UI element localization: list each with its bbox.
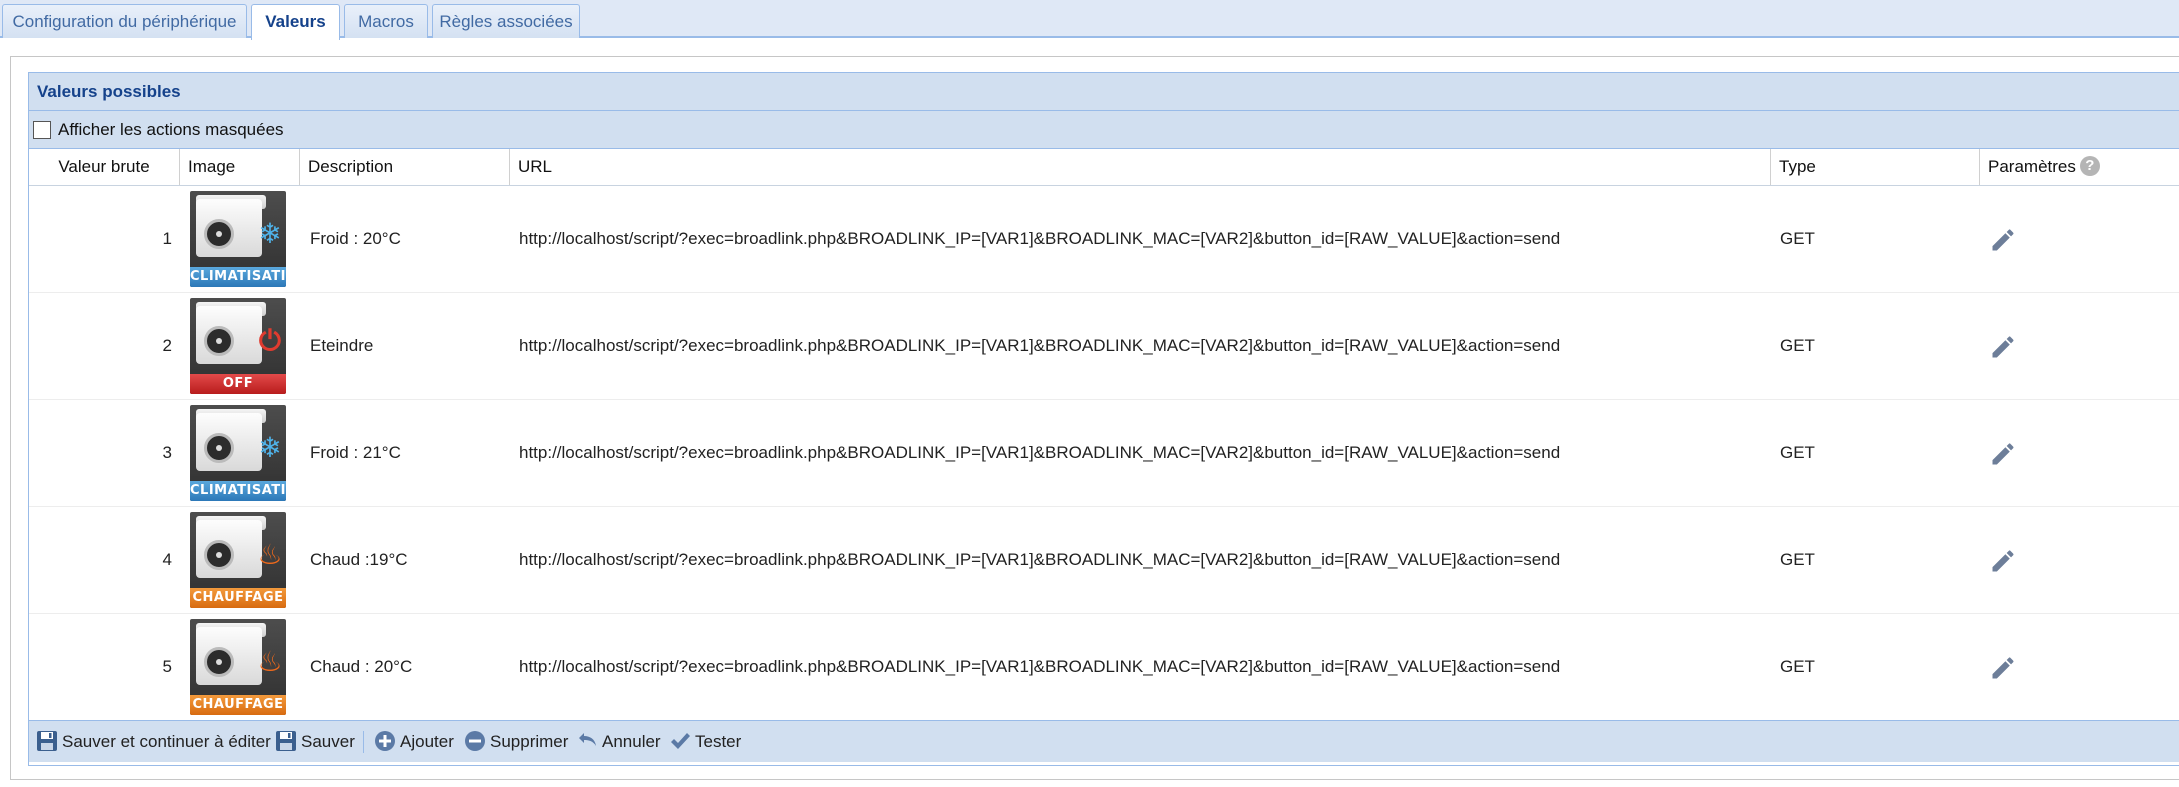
save-and-continue-button[interactable]: Sauver et continuer à éditer bbox=[35, 721, 271, 763]
snowflake-icon: ❄ bbox=[258, 218, 282, 249]
column-header-params-label: Paramètres bbox=[1988, 157, 2076, 176]
add-button[interactable]: Ajouter bbox=[373, 721, 454, 763]
bottom-toolbar: Sauver et continuer à éditer Sauver Ajou… bbox=[29, 720, 2179, 762]
ac-heating-thumbnail: ♨ CHAUFFAGE bbox=[190, 512, 286, 608]
cell-url: http://localhost/script/?exec=broadlink.… bbox=[519, 443, 1561, 462]
column-header-image[interactable]: Image bbox=[180, 149, 300, 185]
cell-image: ♨ CHAUFFAGE bbox=[190, 614, 290, 720]
thumbnail-band-label: CHAUFFAGE bbox=[190, 695, 286, 715]
plus-circle-icon bbox=[375, 731, 395, 752]
ac-cooling-thumbnail: ❄ CLIMATISATION bbox=[190, 191, 286, 287]
ac-heating-thumbnail: ♨ CHAUFFAGE bbox=[190, 619, 286, 715]
cell-description: Froid : 21°C bbox=[310, 443, 401, 462]
pencil-icon[interactable] bbox=[1989, 226, 2017, 254]
tab-associated-rules[interactable]: Règles associées bbox=[432, 4, 580, 38]
cell-image: ❄ CLIMATISATION bbox=[190, 186, 290, 292]
cell-type: GET bbox=[1780, 657, 1815, 676]
undo-arrow-icon bbox=[579, 733, 596, 747]
cell-url: http://localhost/script/?exec=broadlink.… bbox=[519, 550, 1561, 569]
save-label: Sauver bbox=[301, 732, 355, 751]
cell-type: GET bbox=[1780, 443, 1815, 462]
cell-raw-value: 4 bbox=[162, 550, 172, 569]
undo-button[interactable]: Annuler bbox=[575, 721, 661, 763]
cell-image: ⏻ OFF bbox=[190, 293, 290, 399]
delete-button[interactable]: Supprimer bbox=[463, 721, 568, 763]
panel-title: Valeurs possibles bbox=[29, 73, 2179, 111]
flame-icon: ♨ bbox=[257, 646, 283, 677]
delete-label: Supprimer bbox=[490, 732, 569, 751]
cell-raw-value: 2 bbox=[162, 336, 172, 355]
column-header-type[interactable]: Type bbox=[1771, 149, 1980, 185]
cell-description: Eteindre bbox=[310, 336, 374, 355]
help-icon[interactable]: ? bbox=[2079, 156, 2100, 177]
pencil-icon[interactable] bbox=[1989, 333, 2017, 361]
cell-description: Chaud : 20°C bbox=[310, 657, 413, 676]
ac-off-thumbnail: ⏻ OFF bbox=[190, 298, 286, 394]
thumbnail-band-label: OFF bbox=[190, 374, 286, 394]
undo-label: Annuler bbox=[602, 732, 661, 751]
flame-icon: ♨ bbox=[257, 539, 283, 570]
table-row[interactable]: 4 ♨ CHAUFFAGE Chaud :19°C http://localho… bbox=[29, 507, 2179, 614]
cell-url: http://localhost/script/?exec=broadlink.… bbox=[519, 336, 1561, 355]
thumbnail-band-label: CLIMATISATION bbox=[190, 481, 286, 501]
cell-params bbox=[1989, 614, 2169, 720]
checkmark-icon bbox=[671, 733, 690, 750]
show-hidden-checkbox[interactable] bbox=[33, 121, 51, 139]
floppy-disk-icon bbox=[37, 731, 57, 752]
cell-image: ♨ CHAUFFAGE bbox=[190, 507, 290, 613]
cell-type: GET bbox=[1780, 229, 1815, 248]
test-label: Tester bbox=[695, 732, 742, 751]
test-button[interactable]: Tester bbox=[668, 721, 741, 763]
tab-macros[interactable]: Macros bbox=[344, 4, 428, 38]
table-row[interactable]: 3 ❄ CLIMATISATION Froid : 21°C http://lo… bbox=[29, 400, 2179, 507]
thumbnail-band-label: CHAUFFAGE bbox=[190, 588, 286, 608]
cell-type: GET bbox=[1780, 550, 1815, 569]
pencil-icon[interactable] bbox=[1989, 654, 2017, 682]
grid-header: Valeur brute Image Description URL Type … bbox=[29, 149, 2179, 186]
cell-image: ❄ CLIMATISATION bbox=[190, 400, 290, 506]
cell-url: http://localhost/script/?exec=broadlink.… bbox=[519, 229, 1561, 248]
save-and-continue-label: Sauver et continuer à éditer bbox=[62, 732, 271, 751]
cell-type: GET bbox=[1780, 336, 1815, 355]
table-row[interactable]: 1 ❄ CLIMATISATION Froid : 20°C http://lo… bbox=[29, 186, 2179, 293]
snowflake-icon: ❄ bbox=[258, 432, 282, 463]
cell-params bbox=[1989, 186, 2169, 292]
cell-description: Froid : 20°C bbox=[310, 229, 401, 248]
minus-circle-icon bbox=[465, 731, 485, 752]
column-header-url[interactable]: URL bbox=[510, 149, 1771, 185]
add-label: Ajouter bbox=[400, 732, 454, 751]
column-header-raw[interactable]: Valeur brute bbox=[29, 149, 180, 185]
thumbnail-band-label: CLIMATISATION bbox=[190, 267, 286, 287]
cell-url: http://localhost/script/?exec=broadlink.… bbox=[519, 657, 1561, 676]
cell-raw-value: 5 bbox=[162, 657, 172, 676]
floppy-disk-icon bbox=[276, 731, 296, 752]
cell-params bbox=[1989, 293, 2169, 399]
tab-bar: Configuration du périphérique Valeurs Ma… bbox=[0, 0, 2179, 40]
cell-raw-value: 3 bbox=[162, 443, 172, 462]
cell-params bbox=[1989, 507, 2169, 613]
cell-description: Chaud :19°C bbox=[310, 550, 408, 569]
toolbar-separator bbox=[363, 731, 364, 753]
pencil-icon[interactable] bbox=[1989, 440, 2017, 468]
pencil-icon[interactable] bbox=[1989, 547, 2017, 575]
cell-params bbox=[1989, 400, 2169, 506]
ac-cooling-thumbnail: ❄ CLIMATISATION bbox=[190, 405, 286, 501]
show-hidden-label[interactable]: Afficher les actions masquées bbox=[58, 111, 284, 149]
cell-raw-value: 1 bbox=[162, 229, 172, 248]
filter-bar: Afficher les actions masquées bbox=[29, 111, 2179, 149]
tab-values[interactable]: Valeurs bbox=[251, 4, 340, 40]
save-button[interactable]: Sauver bbox=[274, 721, 355, 763]
column-header-description[interactable]: Description bbox=[300, 149, 510, 185]
values-panel: Valeurs possibles Afficher les actions m… bbox=[28, 72, 2179, 766]
tab-device-configuration[interactable]: Configuration du périphérique bbox=[2, 4, 247, 38]
column-header-params[interactable]: Paramètres? bbox=[1980, 149, 2179, 185]
power-icon: ⏻ bbox=[258, 325, 282, 356]
table-row[interactable]: 2 ⏻ OFF Eteindre http://localhost/script… bbox=[29, 293, 2179, 400]
table-row[interactable]: 5 ♨ CHAUFFAGE Chaud : 20°C http://localh… bbox=[29, 614, 2179, 721]
